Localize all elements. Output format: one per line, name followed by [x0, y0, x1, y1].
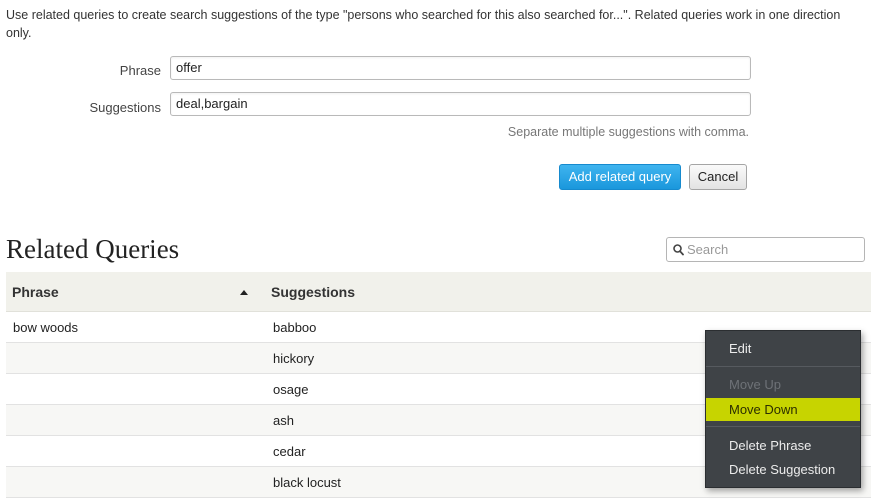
menu-divider — [706, 366, 860, 367]
sort-ascending-icon[interactable] — [240, 290, 248, 295]
suggestion-cell: hickory — [273, 351, 315, 366]
phrase-input[interactable]: offer — [170, 56, 751, 80]
column-header-phrase[interactable]: Phrase — [12, 284, 59, 300]
intro-text: Use related queries to create search sug… — [6, 8, 841, 40]
search-input[interactable] — [687, 240, 859, 259]
menu-divider — [706, 426, 860, 427]
add-related-query-button[interactable]: Add related query — [559, 164, 681, 190]
table-header: Phrase Suggestions — [6, 272, 871, 312]
suggestion-cell: osage — [273, 382, 309, 397]
phrase-label: Phrase — [119, 63, 161, 78]
suggestions-input[interactable]: deal,bargain — [170, 92, 751, 116]
menu-item-move-down[interactable]: Move Down — [706, 398, 860, 421]
suggestion-cell: black locust — [273, 475, 341, 490]
menu-item-delete-phrase[interactable]: Delete Phrase — [706, 434, 860, 457]
suggestion-cell: cedar — [273, 444, 306, 459]
suggestions-label: Suggestions — [89, 100, 161, 115]
menu-item-edit[interactable]: Edit — [706, 337, 860, 360]
menu-item-move-up: Move Up — [729, 377, 782, 392]
cancel-button[interactable]: Cancel — [689, 164, 747, 190]
menu-item-delete-suggestion[interactable]: Delete Suggestion — [706, 458, 860, 481]
search-box[interactable] — [666, 237, 865, 262]
section-title: Related Queries — [6, 234, 180, 264]
phrase-cell: bow woods — [13, 320, 79, 335]
suggestions-hint: Separate multiple suggestions with comma… — [507, 125, 749, 139]
search-icon — [673, 244, 684, 256]
context-menu: Edit Move Up Move Down Delete Phrase Del… — [705, 330, 861, 488]
column-header-suggestions[interactable]: Suggestions — [271, 284, 355, 300]
suggestion-cell: babboo — [273, 320, 317, 335]
suggestion-cell: ash — [273, 413, 294, 428]
